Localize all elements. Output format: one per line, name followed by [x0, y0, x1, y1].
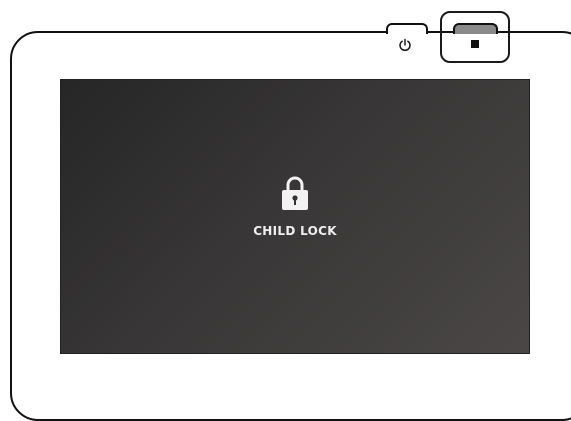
device-illustration: CHILD LOCK — [0, 0, 571, 421]
power-icon — [399, 38, 411, 52]
display-screen — [60, 79, 530, 354]
power-key[interactable] — [386, 23, 428, 34]
stop-icon — [471, 40, 479, 48]
child-lock-label: CHILD LOCK — [253, 224, 337, 238]
lock-icon — [282, 176, 308, 210]
stop-key-highlight — [440, 11, 510, 63]
